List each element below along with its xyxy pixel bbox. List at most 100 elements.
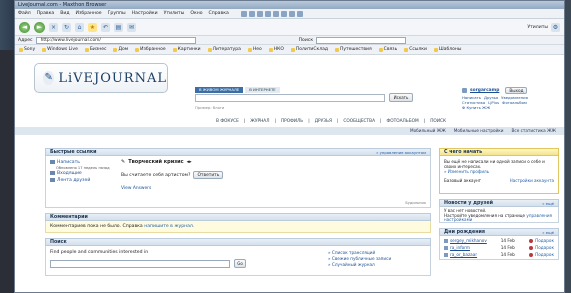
- user-icon: [462, 88, 467, 93]
- pencil-icon: [50, 159, 55, 164]
- find-links: » Список трансляций » Свежие публичные з…: [328, 250, 391, 268]
- toolbar-icon[interactable]: [256, 10, 263, 17]
- undo-icon[interactable]: ↶: [101, 22, 110, 32]
- fav-item[interactable]: Windows Live: [42, 47, 78, 52]
- menu-edit[interactable]: Правка: [37, 11, 54, 16]
- address-input[interactable]: http://www.livejournal.com/: [35, 36, 196, 44]
- gift-link[interactable]: Подарок: [529, 245, 554, 250]
- ad-label[interactable]: Будильник: [405, 201, 426, 205]
- nav-friends[interactable]: ДРУЗЬЯ: [312, 119, 335, 124]
- menu-view[interactable]: Вид: [60, 11, 69, 16]
- nav-search[interactable]: ПОИСК: [427, 119, 449, 124]
- tab-in-internet[interactable]: В ИНТЕРНЕТЕ: [245, 87, 280, 93]
- lj-search-example: Пример: блоги: [195, 105, 225, 110]
- menu-settings[interactable]: Настройки: [132, 11, 158, 16]
- fav-item[interactable]: Бизнес: [84, 47, 106, 52]
- view-answers-link[interactable]: View Answers: [121, 186, 411, 191]
- quick-link-inbox[interactable]: Входящие: [50, 170, 110, 177]
- nav-arrows-icon[interactable]: ◂▸: [187, 159, 192, 165]
- friends-news-panel: У вас нет новостей. Настройте уведомлени…: [439, 207, 559, 223]
- back-icon[interactable]: ◄: [19, 21, 30, 33]
- find-input[interactable]: [50, 260, 230, 268]
- birthdays-more[interactable]: » ещё: [542, 230, 554, 235]
- start-header: С чего начать: [439, 148, 559, 156]
- toolbar-icon[interactable]: [272, 10, 279, 17]
- toolbar-icon[interactable]: [288, 10, 295, 17]
- find-panel: Find people and communities interested i…: [45, 246, 431, 276]
- menu-groups[interactable]: Группы: [108, 11, 126, 16]
- nav-focus[interactable]: В ФОКУСЕ: [213, 119, 242, 124]
- birthday-user[interactable]: ra_or_bazaar: [444, 252, 501, 257]
- gift-link[interactable]: Подарок: [529, 252, 554, 257]
- toolbar-icon[interactable]: [280, 10, 287, 17]
- nav-communities[interactable]: СООБЩЕСТВА: [340, 119, 378, 124]
- birthday-user[interactable]: sergey_mikhanov: [444, 238, 501, 243]
- crisis-title: Творческий кризис: [128, 159, 184, 165]
- quick-link-friends[interactable]: Лента друзей: [50, 177, 110, 184]
- fav-item[interactable]: Шаблоны: [433, 47, 461, 52]
- fav-item[interactable]: Ссылки: [404, 47, 427, 52]
- favorites-bar: Sony Windows Live Бизнес Дом Избранное К…: [15, 45, 564, 55]
- fav-item[interactable]: ПолитиСклад: [290, 47, 328, 52]
- favorites-star-icon[interactable]: ★: [88, 22, 97, 32]
- tab-in-lj[interactable]: В ЖИВОМ ЖУРНАЛЕ: [195, 87, 244, 93]
- lj-search-tabs: В ЖИВОМ ЖУРНАЛЕ В ИНТЕРНЕТЕ: [195, 87, 280, 93]
- tools-label[interactable]: Утилиты: [527, 25, 548, 30]
- refresh-icon[interactable]: ↻: [62, 22, 71, 32]
- menu-favorites[interactable]: Избранное: [76, 11, 102, 16]
- toolbar-icon[interactable]: [296, 10, 303, 17]
- account-settings-link[interactable]: Настройки аккаунта: [510, 178, 554, 183]
- friends-news-more[interactable]: » ещё: [542, 201, 554, 206]
- subbar-link[interactable]: Все статистика ЖЖ: [512, 127, 556, 135]
- toolbar-icon[interactable]: [240, 10, 247, 17]
- subbar-link[interactable]: Мобильный ЖЖ: [410, 127, 446, 135]
- birthday-user[interactable]: ra_inform: [444, 245, 501, 250]
- fav-item[interactable]: Дом: [113, 47, 128, 52]
- menu-bar: Файл Правка Вид Избранное Группы Настрой…: [15, 9, 564, 19]
- gift-link[interactable]: Подарок: [529, 238, 554, 243]
- browser-search-input[interactable]: [316, 36, 407, 44]
- menu-help[interactable]: Справка: [209, 11, 229, 16]
- subbar-link[interactable]: Мобильные настройки: [454, 127, 504, 135]
- toolbar-icon[interactable]: [264, 10, 271, 17]
- fav-item[interactable]: НКО: [268, 47, 284, 52]
- mail-icon[interactable]: ✉: [127, 22, 136, 32]
- fav-item[interactable]: Связь: [378, 47, 397, 52]
- quick-link-write[interactable]: Написать: [50, 159, 110, 166]
- fav-item[interactable]: Нео: [247, 47, 262, 52]
- nav-photo[interactable]: ФОТОАЛЬБОМ: [384, 119, 422, 124]
- toolbar-icon[interactable]: [248, 10, 255, 17]
- home-icon[interactable]: ⌂: [75, 22, 84, 32]
- username-link[interactable]: sorgarcamp: [470, 88, 499, 93]
- birthdays-header: Дни рождения » ещё: [439, 228, 559, 236]
- lj-search-button[interactable]: Искать: [389, 93, 413, 102]
- user-link[interactable]: Ф Купить ЖЖ: [462, 105, 490, 110]
- print-icon[interactable]: ▤: [114, 22, 123, 32]
- forward-icon[interactable]: ►: [34, 21, 45, 33]
- manage-account-link[interactable]: » управление аккаунтом: [376, 150, 426, 155]
- fav-item[interactable]: Избранное: [135, 47, 166, 52]
- stop-icon[interactable]: ×: [49, 22, 58, 32]
- logout-button[interactable]: Выход: [505, 87, 528, 94]
- fav-item[interactable]: Путешествия: [334, 47, 372, 52]
- nav-journal[interactable]: ЖУРНАЛ: [247, 119, 272, 124]
- lj-search-input[interactable]: [195, 94, 385, 102]
- fav-item[interactable]: Картинки: [172, 47, 201, 52]
- fav-item[interactable]: Sony: [19, 47, 35, 52]
- user-links: Написать Друзья Уведомления Статистика L…: [462, 95, 542, 110]
- find-go-button[interactable]: Go: [234, 259, 246, 268]
- tools-icon[interactable]: ⚙: [551, 22, 560, 32]
- birthday-row: ra_inform 14 Feb Подарок: [444, 244, 554, 251]
- fav-item[interactable]: Литература: [207, 47, 241, 52]
- menu-window[interactable]: Окно: [190, 11, 202, 16]
- comments-link[interactable]: напишите в журнал.: [144, 224, 194, 229]
- lj-logo[interactable]: ✎ LiVEJOURNAL: [34, 63, 168, 93]
- find-title: Поиск: [50, 239, 67, 245]
- nav-profile[interactable]: ПРОФИЛЬ: [278, 119, 306, 124]
- menu-tools[interactable]: Утилиты: [164, 11, 185, 16]
- menu-file[interactable]: Файл: [18, 11, 31, 16]
- edit-profile-link[interactable]: » Изменить профиль: [444, 169, 489, 174]
- user-link[interactable]: Фотоальбом: [502, 100, 527, 105]
- answer-button[interactable]: Ответить: [193, 171, 224, 179]
- find-link[interactable]: » Случайный журнал: [328, 262, 391, 268]
